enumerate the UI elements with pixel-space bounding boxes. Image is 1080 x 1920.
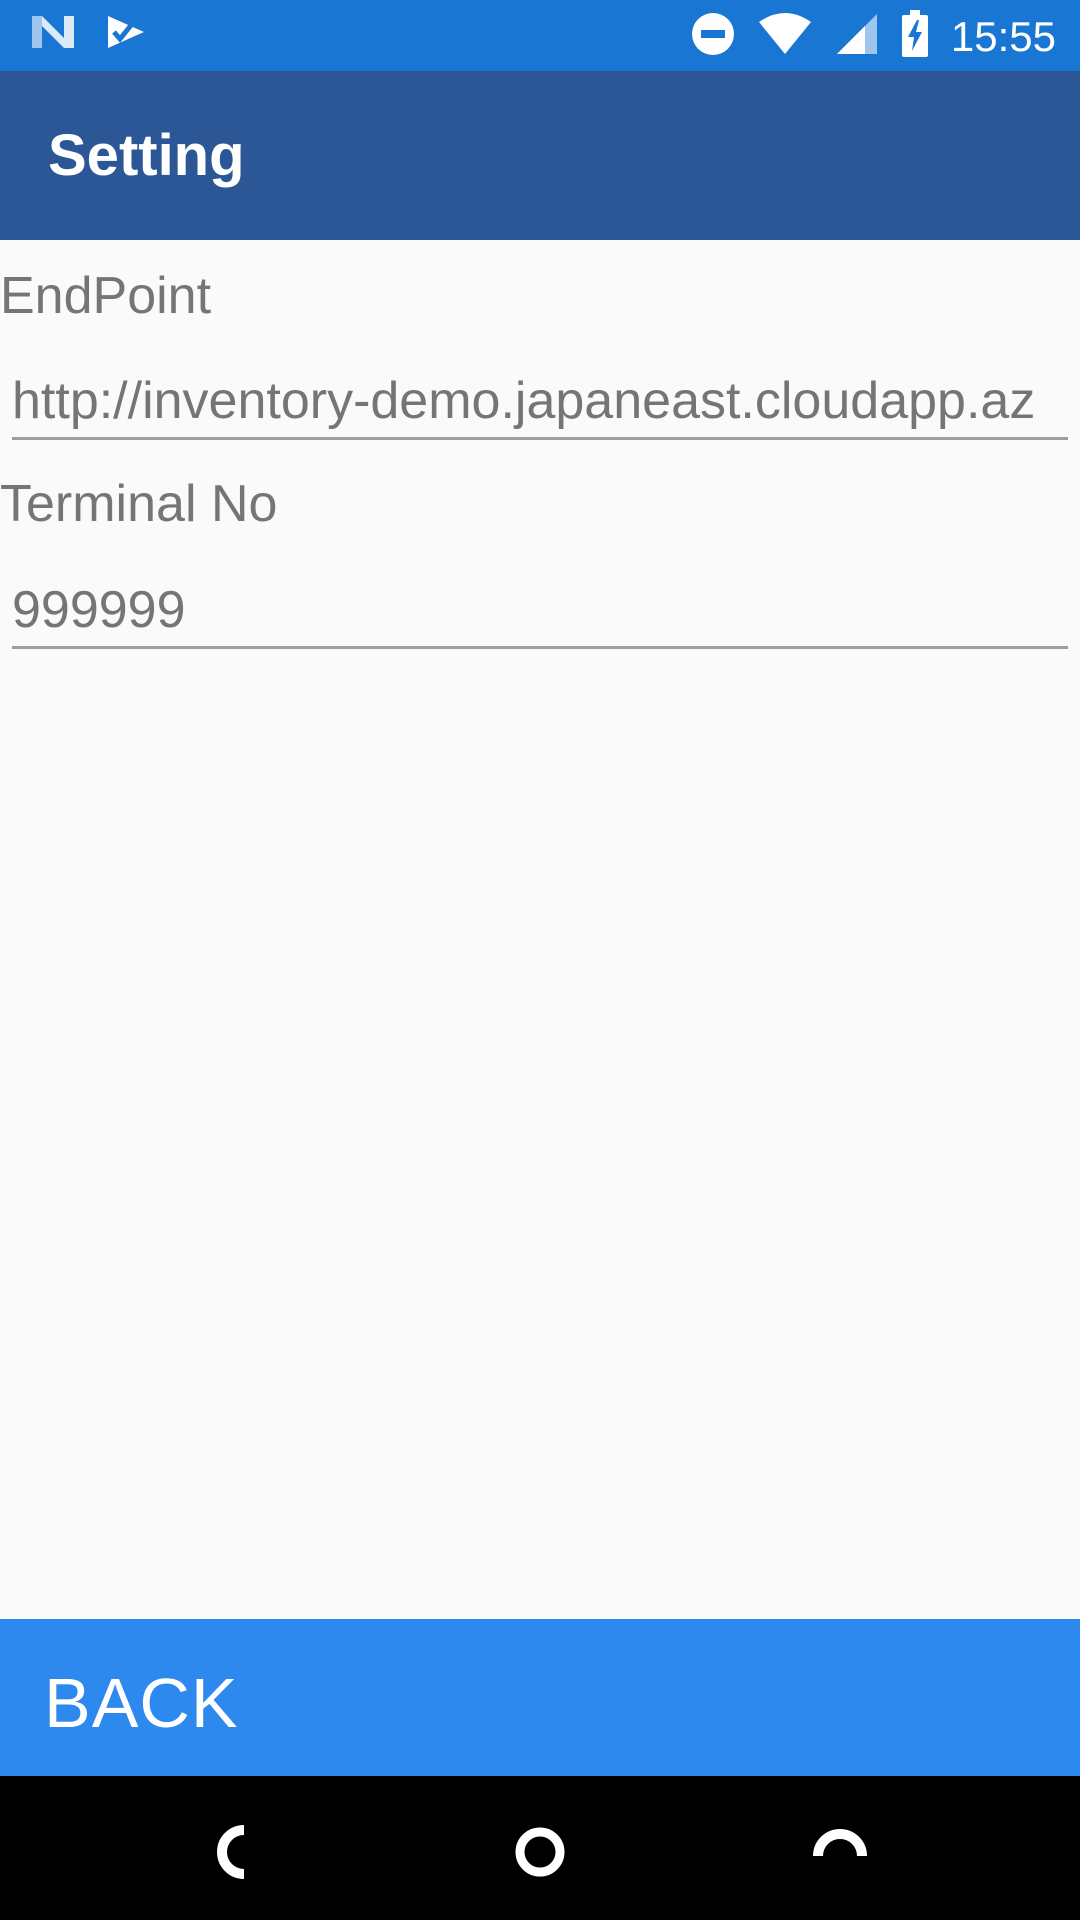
back-button[interactable]: BACK [0, 1619, 1080, 1776]
settings-screen: 15:55 Setting EndPoint Terminal No BACK [0, 0, 1080, 1920]
checklist-notification-icon [106, 12, 146, 57]
endpoint-input[interactable] [12, 365, 1068, 440]
recents-nav-icon[interactable] [800, 1812, 880, 1892]
cell-signal-icon [835, 12, 879, 61]
status-right-icons: 15:55 [691, 10, 1056, 63]
back-nav-icon[interactable] [200, 1812, 280, 1892]
terminal-no-input[interactable] [12, 574, 1068, 649]
app-bar: Setting [0, 71, 1080, 240]
status-bar: 15:55 [0, 0, 1080, 71]
status-left-icons [30, 12, 146, 57]
navigation-bar [0, 1776, 1080, 1920]
home-nav-icon[interactable] [500, 1812, 580, 1892]
page-title: Setting [48, 123, 245, 188]
wifi-icon [757, 12, 813, 61]
terminal-no-label: Terminal No [0, 475, 278, 533]
status-time: 15:55 [950, 12, 1056, 60]
do-not-disturb-icon [691, 12, 735, 61]
endpoint-label: EndPoint [0, 267, 212, 325]
back-button-label: BACK [44, 1664, 239, 1742]
n-notification-icon [30, 12, 76, 57]
battery-charging-icon [901, 10, 929, 63]
